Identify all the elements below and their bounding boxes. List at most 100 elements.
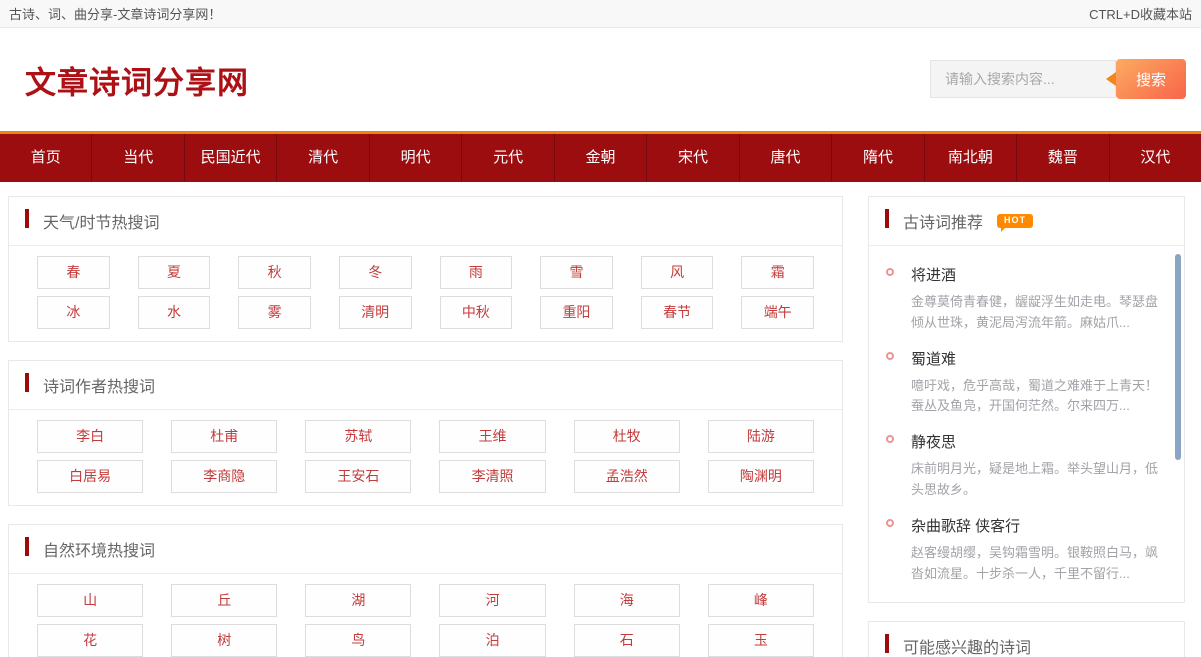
hot-search-tag[interactable]: 鸟 <box>305 624 411 657</box>
nav-item[interactable]: 明代 <box>370 134 462 182</box>
hot-search-tag[interactable]: 雨 <box>440 256 513 289</box>
poem-excerpt: 赵客缦胡缨，吴钩霜雪明。银鞍照白马，飒沓如流星。十步杀一人，千里不留行... <box>911 543 1158 585</box>
topbar: 古诗、词、曲分享-文章诗词分享网！ CTRL+D收藏本站 <box>0 0 1201 28</box>
hot-search-tag[interactable]: 山 <box>37 584 143 617</box>
poem-title: 蜀道难 <box>911 348 1158 369</box>
hot-search-tag[interactable]: 湖 <box>305 584 411 617</box>
section-header: 天气/时节热搜词 <box>9 197 842 246</box>
nav-item[interactable]: 汉代 <box>1110 134 1201 182</box>
hot-search-section: 天气/时节热搜词 春夏秋冬雨雪风霜冰水雾清明中秋重阳春节端午 <box>8 196 843 342</box>
nav-item[interactable]: 宋代 <box>647 134 739 182</box>
hot-search-tag[interactable]: 李白 <box>37 420 143 453</box>
hot-search-section: 诗词作者热搜词 李白杜甫苏轼王维杜牧陆游白居易李商隐王安石李清照孟浩然陶渊明 <box>8 360 843 506</box>
arrow-left-icon <box>1106 72 1116 86</box>
site-slogan: 古诗、词、曲分享-文章诗词分享网！ <box>9 4 221 23</box>
hot-search-tag[interactable]: 冬 <box>339 256 412 289</box>
hot-search-tag[interactable]: 重阳 <box>540 296 613 329</box>
nav-item[interactable]: 金朝 <box>555 134 647 182</box>
hot-search-tag[interactable]: 孟浩然 <box>574 460 680 493</box>
nav-item[interactable]: 当代 <box>92 134 184 182</box>
nav-item[interactable]: 元代 <box>462 134 554 182</box>
ring-bullet-icon <box>886 435 894 443</box>
main-content: 天气/时节热搜词 春夏秋冬雨雪风霜冰水雾清明中秋重阳春节端午 诗词作者热搜词 李… <box>0 182 1201 657</box>
ring-bullet-icon <box>886 352 894 360</box>
hot-search-tag[interactable]: 李清照 <box>439 460 545 493</box>
hot-search-tag[interactable]: 王安石 <box>305 460 411 493</box>
hot-search-section: 自然环境热搜词 山丘湖河海峰花树鸟泊石玉 <box>8 524 843 657</box>
hot-search-tag[interactable]: 风 <box>641 256 714 289</box>
hot-search-tag[interactable]: 花 <box>37 624 143 657</box>
interest-header: 可能感兴趣的诗词 <box>869 622 1184 657</box>
nav-item[interactable]: 首页 <box>0 134 92 182</box>
poem-list-item[interactable]: 静夜思 床前明月光，疑是地上霜。举头望山月，低头思故乡。 <box>885 431 1158 501</box>
sidebar: 古诗词推荐 HOT 将进酒 金尊莫倚青春健，龌龊浮生如走电。琴瑟盘倾从世珠，黄泥… <box>868 196 1185 657</box>
hot-search-tag[interactable]: 水 <box>138 296 211 329</box>
poem-title: 将进酒 <box>911 264 1158 285</box>
section-title: 诗词作者热搜词 <box>43 373 155 397</box>
recommend-list: 将进酒 金尊莫倚青春健，龌龊浮生如走电。琴瑟盘倾从世珠，黄泥局泻流年箭。麻姑爪.… <box>869 246 1184 602</box>
poem-title: 杂曲歌辞 侠客行 <box>911 515 1158 536</box>
hot-search-tag[interactable]: 中秋 <box>440 296 513 329</box>
section-accent-bar <box>25 373 29 392</box>
hot-search-tag[interactable]: 石 <box>574 624 680 657</box>
hot-search-tag[interactable]: 陆游 <box>708 420 814 453</box>
nav-item[interactable]: 隋代 <box>832 134 924 182</box>
main-nav: 首页当代民国近代清代明代元代金朝宋代唐代隋代南北朝魏晋汉代 <box>0 131 1201 182</box>
hot-search-tag[interactable]: 清明 <box>339 296 412 329</box>
section-title: 自然环境热搜词 <box>43 537 155 561</box>
hot-search-tag[interactable]: 端午 <box>741 296 814 329</box>
search-bar: 搜索 <box>930 59 1186 99</box>
poem-excerpt: 床前明月光，疑是地上霜。举头望山月，低头思故乡。 <box>911 459 1158 501</box>
hot-search-tag[interactable]: 海 <box>574 584 680 617</box>
nav-item[interactable]: 南北朝 <box>925 134 1017 182</box>
hot-search-tag[interactable]: 雾 <box>238 296 311 329</box>
hot-search-tag[interactable]: 树 <box>171 624 277 657</box>
recommend-header: 古诗词推荐 HOT <box>869 197 1184 246</box>
hot-search-tag[interactable]: 秋 <box>238 256 311 289</box>
search-button[interactable]: 搜索 <box>1116 59 1186 99</box>
hot-search-tag[interactable]: 河 <box>439 584 545 617</box>
ring-bullet-icon <box>886 519 894 527</box>
hot-search-tag[interactable]: 杜甫 <box>171 420 277 453</box>
poem-recommend-panel: 古诗词推荐 HOT 将进酒 金尊莫倚青春健，龌龊浮生如走电。琴瑟盘倾从世珠，黄泥… <box>868 196 1185 603</box>
poem-list-item[interactable]: 将进酒 金尊莫倚青春健，龌龊浮生如走电。琴瑟盘倾从世珠，黄泥局泻流年箭。麻姑爪.… <box>885 264 1158 334</box>
tag-grid: 山丘湖河海峰花树鸟泊石玉 <box>9 574 842 657</box>
poem-excerpt: 噫吁戏，危乎高哉，蜀道之难难于上青天！蚕丛及鱼凫，开国何茫然。尔来四万... <box>911 376 1158 418</box>
bookmark-hint: CTRL+D收藏本站 <box>1089 4 1192 23</box>
hot-search-tag[interactable]: 泊 <box>439 624 545 657</box>
poem-list-item[interactable]: 杂曲歌辞 侠客行 赵客缦胡缨，吴钩霜雪明。银鞍照白马，飒沓如流星。十步杀一人，千… <box>885 515 1158 585</box>
hot-search-tag[interactable]: 苏轼 <box>305 420 411 453</box>
section-header: 自然环境热搜词 <box>9 525 842 574</box>
hot-search-tag[interactable]: 冰 <box>37 296 110 329</box>
hot-search-tag[interactable]: 杜牧 <box>574 420 680 453</box>
section-header: 诗词作者热搜词 <box>9 361 842 410</box>
hot-search-tag[interactable]: 白居易 <box>37 460 143 493</box>
hot-search-tag[interactable]: 霜 <box>741 256 814 289</box>
scrollbar-thumb[interactable] <box>1175 254 1181 460</box>
poem-list-item[interactable]: 蜀道难 噫吁戏，危乎高哉，蜀道之难难于上青天！蚕丛及鱼凫，开国何茫然。尔来四万.… <box>885 348 1158 418</box>
hot-search-tag[interactable]: 夏 <box>138 256 211 289</box>
nav-item[interactable]: 民国近代 <box>185 134 277 182</box>
hot-badge: HOT <box>997 214 1033 228</box>
nav-item[interactable]: 魏晋 <box>1017 134 1109 182</box>
nav-item[interactable]: 唐代 <box>740 134 832 182</box>
hot-search-tag[interactable]: 玉 <box>708 624 814 657</box>
hot-search-tag[interactable]: 陶渊明 <box>708 460 814 493</box>
hot-search-tag[interactable]: 李商隐 <box>171 460 277 493</box>
hot-search-column: 天气/时节热搜词 春夏秋冬雨雪风霜冰水雾清明中秋重阳春节端午 诗词作者热搜词 李… <box>8 196 843 657</box>
site-logo[interactable]: 文章诗词分享网 <box>25 57 249 102</box>
hot-search-tag[interactable]: 春 <box>37 256 110 289</box>
header: 文章诗词分享网 搜索 <box>0 28 1201 131</box>
search-input[interactable] <box>930 60 1116 98</box>
tag-grid: 李白杜甫苏轼王维杜牧陆游白居易李商隐王安石李清照孟浩然陶渊明 <box>9 410 842 505</box>
hot-search-tag[interactable]: 王维 <box>439 420 545 453</box>
hot-search-tag[interactable]: 雪 <box>540 256 613 289</box>
hot-search-tag[interactable]: 春节 <box>641 296 714 329</box>
interest-panel: 可能感兴趣的诗词 长恨歌 05/29 <box>868 621 1185 657</box>
interest-title: 可能感兴趣的诗词 <box>903 634 1031 657</box>
section-accent-bar <box>25 209 29 228</box>
hot-search-tag[interactable]: 峰 <box>708 584 814 617</box>
nav-item[interactable]: 清代 <box>277 134 369 182</box>
hot-search-tag[interactable]: 丘 <box>171 584 277 617</box>
poem-excerpt: 金尊莫倚青春健，龌龊浮生如走电。琴瑟盘倾从世珠，黄泥局泻流年箭。麻姑爪... <box>911 292 1158 334</box>
